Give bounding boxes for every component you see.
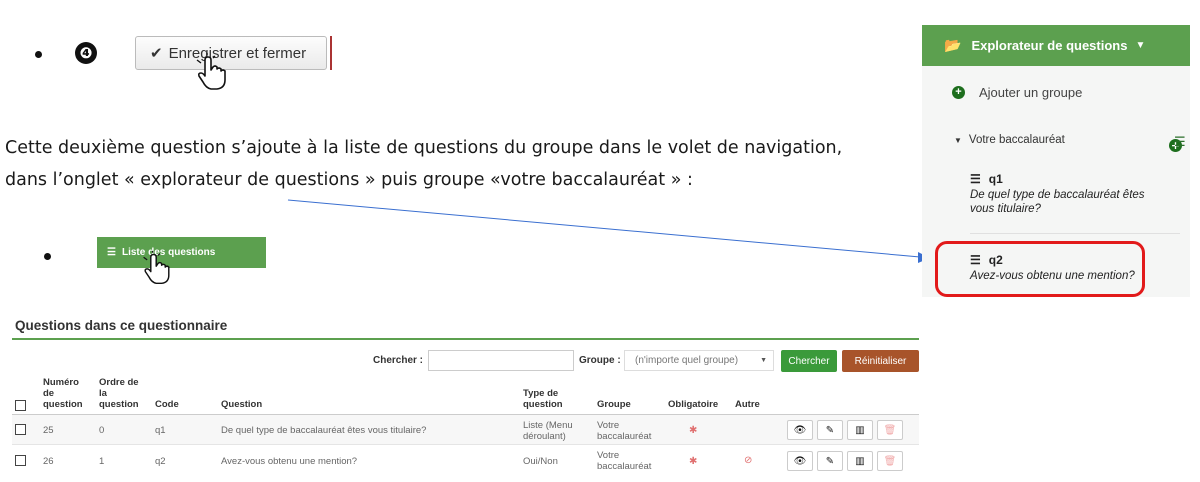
search-button[interactable]: Chercher [781,350,837,372]
summary-button[interactable]: ▥ [847,420,873,440]
col-header-other: Autre [735,399,760,410]
trash-icon: 🗑 [883,455,897,467]
search-input[interactable] [428,350,574,371]
cell-type: Oui/Non [523,456,558,467]
details-icon: ▥ [855,455,865,467]
triangle-down-icon: ▼ [954,135,962,145]
preview-button[interactable]: 👁 [787,451,813,471]
explorer-question-q1[interactable]: ☰ q1 De quel type de baccalauréat êtes vo… [970,172,1170,216]
details-icon: ▥ [855,424,865,436]
cell-code: q2 [155,456,166,467]
divider [12,444,919,445]
cell-question: Avez-vous obtenu une mention? [221,456,358,467]
add-group-link[interactable]: + Ajouter un groupe [952,85,1082,100]
edit-button[interactable]: ✎ [817,420,843,440]
divider [12,338,919,340]
cell-order: 1 [99,456,105,467]
col-header-group: Groupe [597,399,631,410]
col-header-order: Ordre de la question [99,377,139,410]
cell-group: Votre baccalauréat [597,420,652,442]
list-icon[interactable]: ☰ [1174,135,1186,150]
col-header-num: Numéro de question [43,377,83,410]
preview-button[interactable]: 👁 [787,420,813,440]
cell-group: Votre baccalauréat [597,450,652,472]
col-header-question: Question [221,399,263,410]
cell-num: 26 [43,456,54,467]
question-code: q1 [988,172,1003,186]
folder-open-icon: 📂 [944,37,962,53]
eye-icon: 👁 [793,455,807,467]
summary-button[interactable]: ▥ [847,451,873,471]
question-list-button[interactable]: ☰ Liste des questions [97,237,266,268]
group-filter-value: (n'importe quel groupe) [635,355,739,366]
list-icon: ☰ [107,247,116,258]
delete-button[interactable]: 🗑 [877,420,903,440]
cell-type: Liste (Menu déroulant) [523,420,573,442]
mandatory-icon: ✱ [689,425,698,436]
pencil-icon: ✎ [825,455,835,467]
add-group-label: Ajouter un groupe [979,85,1083,100]
pencil-icon: ✎ [825,424,835,436]
col-header-type: Type de question [523,388,563,410]
row-checkbox[interactable] [15,455,26,466]
row-checkbox[interactable] [15,424,26,435]
explorer-header[interactable]: 📂 Explorateur de questions ▼ [922,25,1190,66]
divider [970,233,1180,234]
highlight-box [935,241,1145,297]
edit-button[interactable]: ✎ [817,451,843,471]
cell-question: De quel type de baccalauréat êtes vous t… [221,425,427,436]
cell-code: q1 [155,425,166,436]
other-disabled-icon: ⊘ [744,455,753,466]
cell-num: 25 [43,425,54,436]
trash-icon: 🗑 [883,424,897,436]
cell-order: 0 [99,425,105,436]
group-toggle[interactable]: ▼ Votre baccalauréat [954,134,1065,146]
caret-down-icon: ▼ [1135,40,1146,51]
bullet [44,253,51,260]
question-text: De quel type de baccalauréat êtes vous t… [970,189,1145,215]
mandatory-icon: ✱ [689,456,698,467]
table-title: Questions dans ce questionnaire [15,318,228,333]
eye-icon: 👁 [793,424,807,436]
col-header-mandatory: Obligatoire [668,399,719,410]
plus-circle-icon: + [952,86,965,99]
reset-button[interactable]: Réinitialiser [842,350,919,372]
select-all-checkbox[interactable] [15,400,26,411]
group-filter-select[interactable]: (n'importe quel groupe) ▼ [624,350,774,371]
list-icon: ☰ [970,172,981,186]
group-filter-label: Groupe : [579,355,621,366]
col-header-code: Code [155,399,179,410]
hand-pointer-icon [143,250,170,285]
delete-button[interactable]: 🗑 [877,451,903,471]
table-row [12,415,919,444]
chevron-down-icon: ▼ [760,357,767,364]
explorer-title: Explorateur de questions [971,38,1128,53]
search-label: Chercher : [373,355,424,366]
group-name: Votre baccalauréat [968,134,1065,146]
